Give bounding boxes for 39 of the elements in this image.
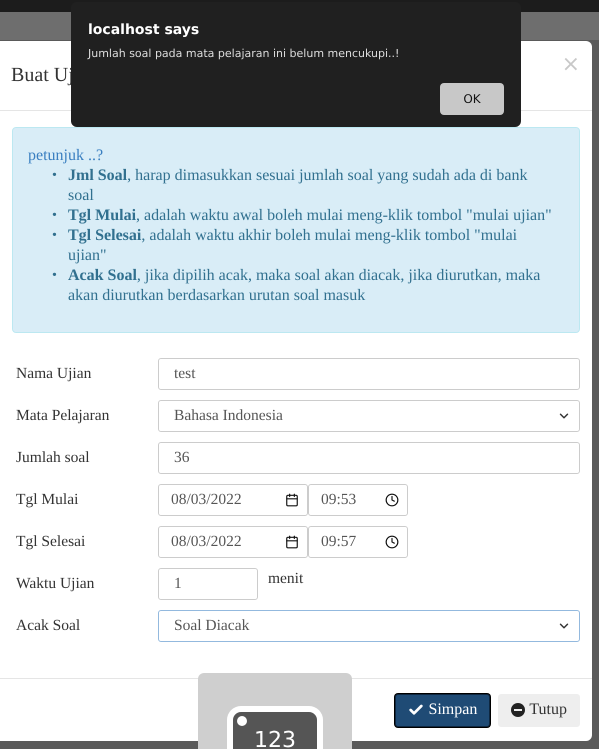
bullet: •	[52, 167, 58, 185]
dot-icon	[237, 716, 247, 726]
field-label: Waktu Ujian	[15, 575, 96, 593]
field-label: Nama Ujian	[15, 365, 92, 383]
time-field[interactable]: 09:53	[308, 484, 408, 516]
clock-icon	[385, 535, 399, 549]
input-field[interactable]: 1	[158, 568, 258, 600]
hint-item: Tgl Mulai, adalah waktu awal boleh mulai meng-klik tombol "mulai ujian"	[68, 206, 553, 226]
field-label: Jumlah soal	[15, 449, 91, 467]
unit-label: menit	[268, 570, 304, 588]
field-label: Tgl Selesai	[15, 533, 86, 551]
input-field[interactable]: 36	[158, 442, 580, 474]
save-button[interactable]: Simpan	[395, 694, 490, 726]
field-label: Acak Soal	[15, 617, 82, 635]
alert-title: localhost says	[88, 22, 200, 38]
close-button[interactable]: Tutup	[498, 694, 580, 726]
hint-item: Tgl Selesai, adalah waktu akhir boleh mulai meng-klik tombol "mulai ujian"	[68, 226, 518, 266]
select-field[interactable]: Soal Diacak	[158, 610, 580, 642]
calendar-icon	[285, 493, 299, 507]
ok-button[interactable]: OK	[440, 83, 504, 115]
field-label: Mata Pelajaran	[15, 407, 110, 425]
bullet: •	[52, 207, 58, 225]
hint-item: Acak Soal, jika dipilih acak, maka soal akan diacak, jika diurutkan, maka akan diurutkan berdasarkan urutan soal masuk	[68, 266, 542, 306]
select-field[interactable]: Bahasa Indonesia	[158, 400, 580, 432]
field-label: Tgl Mulai	[15, 491, 80, 509]
alert-message: Jumlah soal pada mata pelajaran ini belum mencukupi..!	[88, 47, 400, 60]
hint-item: Jml Soal, harap dimasukkan sesuai jumlah soal yang sudah ada di bank soal	[68, 166, 528, 206]
input-field[interactable]: test	[158, 358, 580, 390]
calendar-icon	[285, 535, 299, 549]
hint-title: petunjuk ..?	[28, 147, 104, 164]
keypad-widget[interactable]: 123	[198, 673, 352, 749]
keypad-label: 123	[254, 730, 296, 749]
date-field[interactable]: 08/03/2022	[158, 526, 308, 558]
date-field[interactable]: 08/03/2022	[158, 484, 308, 516]
bullet: •	[52, 267, 58, 285]
minus-circle-icon	[511, 703, 526, 717]
clock-icon	[385, 493, 399, 507]
time-field[interactable]: 09:57	[308, 526, 408, 558]
bullet: •	[52, 227, 58, 245]
